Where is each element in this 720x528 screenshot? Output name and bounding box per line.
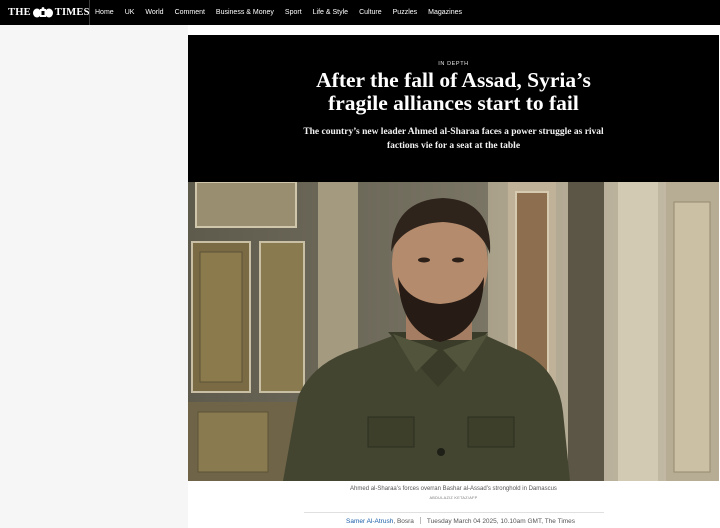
nav-link-puzzles[interactable]: Puzzles <box>393 0 418 25</box>
section-links: Home UK World Comment Business & Money S… <box>95 0 473 25</box>
publish-date: Tuesday March 04 2025, 10.10am GMT, The … <box>426 518 576 525</box>
nav-link-home[interactable]: Home <box>95 0 114 25</box>
nav-link-comment[interactable]: Comment <box>175 0 205 25</box>
left-gutter <box>0 25 188 528</box>
nav-link-magazines[interactable]: Magazines <box>428 0 462 25</box>
author-link[interactable]: Samer Al-Atrush <box>346 518 393 525</box>
headline-line: fragile alliances start to fail <box>328 91 579 115</box>
article-header: IN DEPTH After the fall of Assad, Syria’… <box>188 35 719 182</box>
nav-link-sport[interactable]: Sport <box>285 0 302 25</box>
byline-separator <box>419 517 421 524</box>
section-kicker[interactable]: IN DEPTH <box>188 61 719 67</box>
standfirst-line: factions vie for a seat at the table <box>386 141 521 151</box>
logo-word-times: TIMES <box>54 7 90 18</box>
article-byline: Samer Al-Atrush, Bosra Tuesday March 04 2… <box>346 517 575 525</box>
the-times-logo[interactable]: THE TIMES <box>8 6 89 19</box>
author-location: , Bosra <box>393 518 414 525</box>
nav-link-life-style[interactable]: Life & Style <box>313 0 348 25</box>
nav-divider <box>89 0 90 25</box>
logo-word-the: THE <box>8 7 31 18</box>
nav-link-culture[interactable]: Culture <box>359 0 382 25</box>
nav-link-world[interactable]: World <box>145 0 163 25</box>
standfirst-line: The country’s new leader Ahmed al-Sharaa… <box>303 127 604 137</box>
top-navigation-bar: THE TIMES Home UK World Comment Business… <box>0 0 720 25</box>
nav-link-business-money[interactable]: Business & Money <box>216 0 274 25</box>
article-headline: After the fall of Assad, Syria’s fragile… <box>188 69 719 115</box>
nav-link-uk[interactable]: UK <box>125 0 135 25</box>
lead-photo <box>188 182 719 481</box>
photo-credit: ABDULAZIZ KETAZ/AFP <box>429 496 478 500</box>
article-standfirst: The country’s new leader Ahmed al-Sharaa… <box>188 125 719 153</box>
photo-caption: Ahmed al-Sharaa’s forces overran Bashar … <box>350 486 557 492</box>
headline-line: After the fall of Assad, Syria’s <box>316 68 591 92</box>
lead-photo-illustration <box>188 182 719 481</box>
royal-crest-icon <box>32 7 53 18</box>
byline-divider <box>304 512 604 513</box>
